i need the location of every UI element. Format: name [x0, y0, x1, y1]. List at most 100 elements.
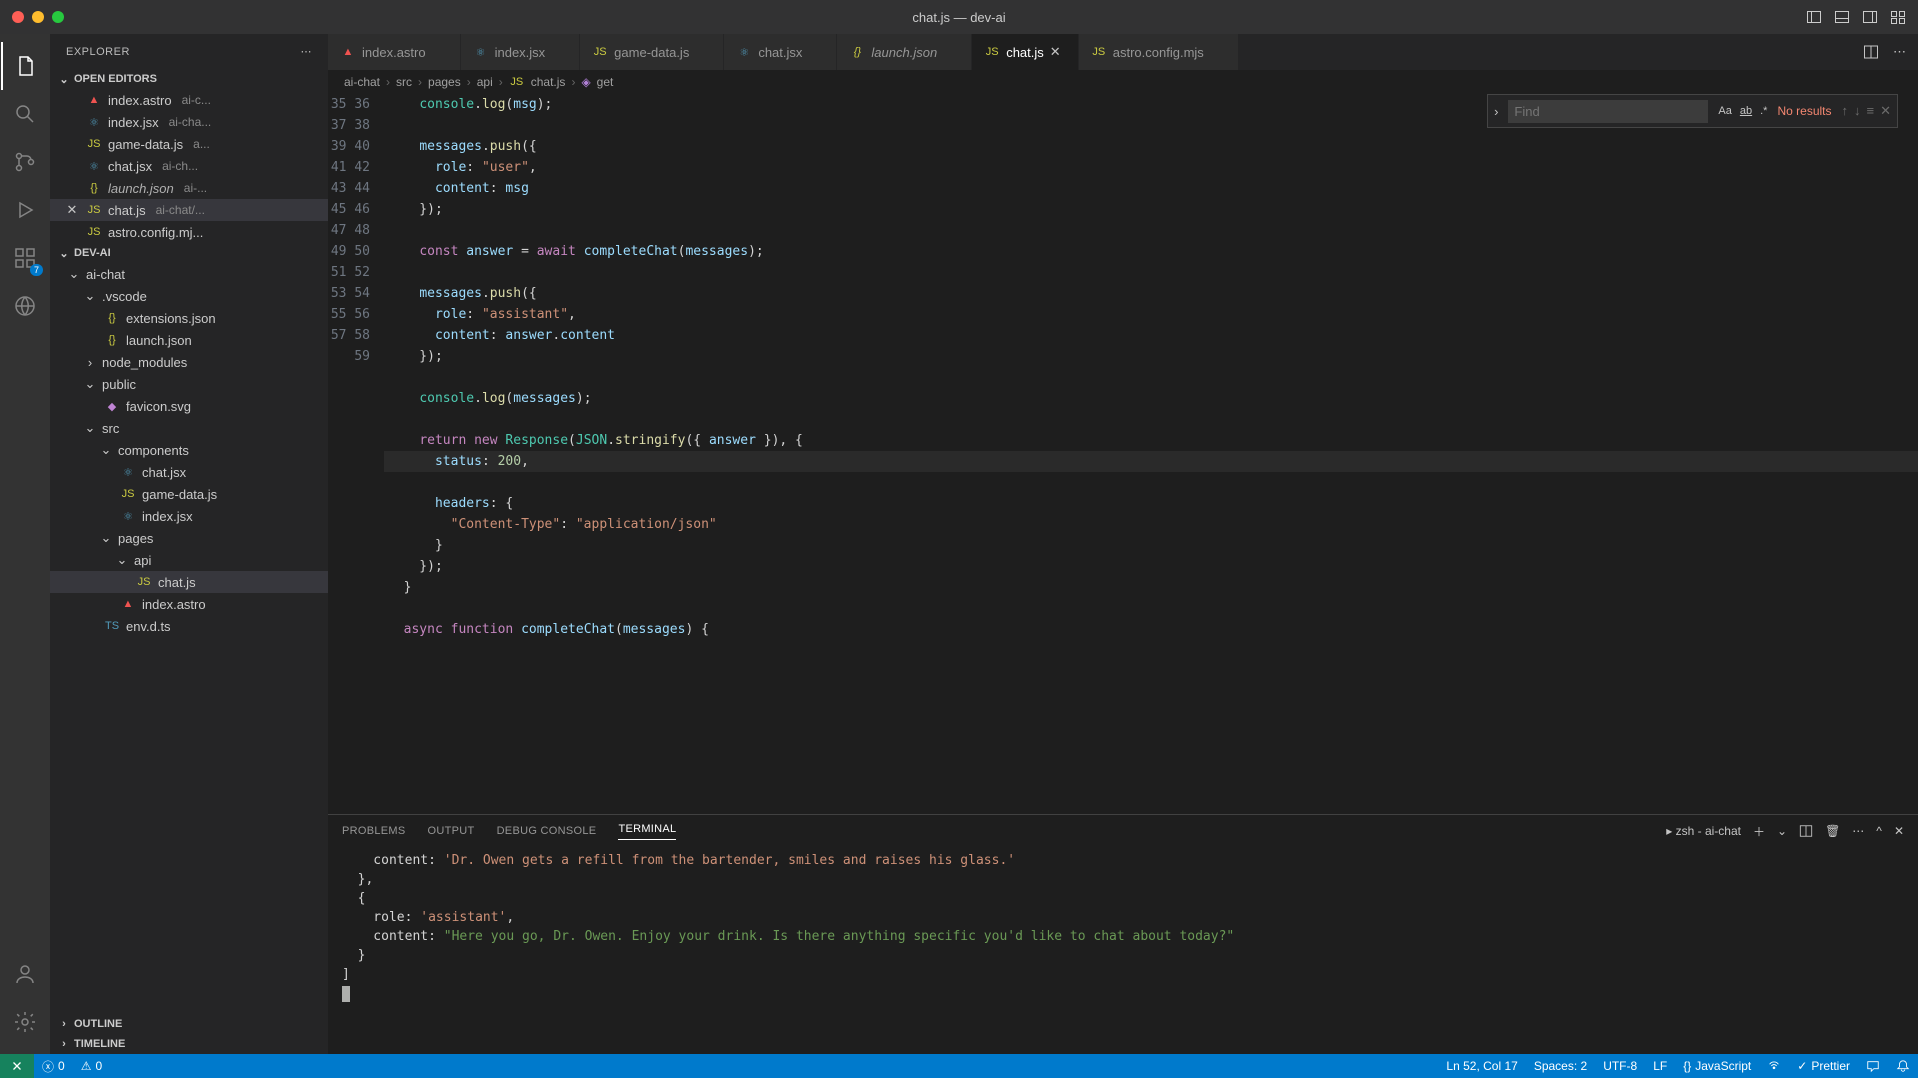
- tab-problems[interactable]: PROBLEMS: [342, 825, 406, 837]
- open-editor-item[interactable]: ✕JSchat.jsai-chat/...: [50, 199, 328, 221]
- file-chat-js[interactable]: JSchat.js: [50, 571, 328, 593]
- folder-api[interactable]: ⌄api: [50, 549, 328, 571]
- open-editor-item[interactable]: ✕{}launch.jsonai-...: [50, 177, 328, 199]
- open-editor-item[interactable]: ✕⚛index.jsxai-cha...: [50, 111, 328, 133]
- file-favicon[interactable]: ◆favicon.svg: [50, 395, 328, 417]
- code-content[interactable]: console.log(msg); messages.push({ role: …: [388, 94, 1918, 814]
- editor-tab[interactable]: JSastro.config.mjs✕: [1079, 34, 1239, 70]
- layout-sidebar-right-icon[interactable]: [1862, 9, 1878, 25]
- folder-components[interactable]: ⌄components: [50, 439, 328, 461]
- editor-tab[interactable]: JSchat.js✕: [972, 34, 1079, 70]
- activity-debug[interactable]: [1, 186, 49, 234]
- editor-tab[interactable]: ⚛index.jsx✕: [461, 34, 581, 70]
- window-controls: [12, 11, 64, 23]
- open-editor-item[interactable]: ✕⚛chat.jsxai-ch...: [50, 155, 328, 177]
- regex-icon[interactable]: .*: [1760, 105, 1767, 117]
- open-editors-header[interactable]: ⌄ OPEN EDITORS: [50, 69, 328, 89]
- breadcrumb[interactable]: ai-chat› src› pages› api› JS chat.js› ◈ …: [328, 70, 1918, 94]
- close-window[interactable]: [12, 11, 24, 23]
- close-find-icon[interactable]: ✕: [1880, 103, 1891, 119]
- expand-replace-icon[interactable]: ›: [1494, 104, 1498, 119]
- terminal-content[interactable]: content: 'Dr. Owen gets a refill from th…: [328, 847, 1918, 1054]
- tab-terminal[interactable]: TERMINAL: [618, 823, 676, 840]
- editor-tab[interactable]: ▲index.astro✕: [328, 34, 461, 70]
- file-index-jsx[interactable]: ⚛index.jsx: [50, 505, 328, 527]
- file-chat-jsx[interactable]: ⚛chat.jsx: [50, 461, 328, 483]
- file-extensions-json[interactable]: {}extensions.json: [50, 307, 328, 329]
- open-editor-item[interactable]: ✕JSgame-data.jsa...: [50, 133, 328, 155]
- file-index-astro[interactable]: ▲index.astro: [50, 593, 328, 615]
- activity-search[interactable]: [1, 90, 49, 138]
- status-errors[interactable]: ⓧ0: [34, 1058, 73, 1075]
- folder-public[interactable]: ⌄public: [50, 373, 328, 395]
- open-editor-item[interactable]: ✕▲index.astroai-c...: [50, 89, 328, 111]
- file-game-data[interactable]: JSgame-data.js: [50, 483, 328, 505]
- status-warnings[interactable]: ⚠0: [73, 1059, 110, 1073]
- file-env-dts[interactable]: TSenv.d.ts: [50, 615, 328, 637]
- new-terminal-icon[interactable]: ＋: [1753, 823, 1765, 840]
- status-bell[interactable]: [1888, 1059, 1918, 1073]
- find-in-selection-icon[interactable]: ≡: [1867, 103, 1875, 119]
- chevron-down-icon: ⌄: [84, 378, 96, 390]
- more-icon[interactable]: ⋯: [301, 45, 313, 58]
- folder-ai-chat[interactable]: ⌄ai-chat: [50, 263, 328, 285]
- tab-debug-console[interactable]: DEBUG CONSOLE: [497, 825, 597, 837]
- activity-source-control[interactable]: [1, 138, 49, 186]
- layout-customize-icon[interactable]: [1890, 9, 1906, 25]
- close-icon[interactable]: ✕: [64, 202, 80, 218]
- match-case-icon[interactable]: Aa: [1718, 105, 1731, 117]
- editor-tab[interactable]: {}launch.json✕: [837, 34, 972, 70]
- file-launch-json[interactable]: {}launch.json: [50, 329, 328, 351]
- terminal-dropdown-icon[interactable]: ⌄: [1777, 824, 1787, 838]
- folder-node-modules[interactable]: ›node_modules: [50, 351, 328, 373]
- activity-explorer[interactable]: [1, 42, 49, 90]
- status-feedback[interactable]: [1858, 1059, 1888, 1073]
- code-editor[interactable]: 35 36 37 38 39 40 41 42 43 44 45 46 47 4…: [328, 94, 1918, 814]
- folder-vscode[interactable]: ⌄.vscode: [50, 285, 328, 307]
- json-icon: {}: [104, 332, 120, 348]
- chevron-down-icon: ⌄: [116, 554, 128, 566]
- kill-terminal-icon[interactable]: 🗑: [1825, 824, 1840, 838]
- line-numbers: 35 36 37 38 39 40 41 42 43 44 45 46 47 4…: [328, 94, 388, 814]
- status-language[interactable]: {}JavaScript: [1675, 1059, 1759, 1073]
- project-header[interactable]: ⌄ DEV-AI: [50, 243, 328, 263]
- layout-sidebar-left-icon[interactable]: [1806, 9, 1822, 25]
- minimize-window[interactable]: [32, 11, 44, 23]
- open-editor-item[interactable]: ✕JSastro.config.mj...: [50, 221, 328, 243]
- next-match-icon[interactable]: ↓: [1854, 103, 1861, 119]
- remote-indicator[interactable]: [0, 1054, 34, 1078]
- split-editor-icon[interactable]: [1863, 44, 1879, 60]
- status-radio[interactable]: [1759, 1059, 1789, 1073]
- status-bar: ⓧ0 ⚠0 Ln 52, Col 17 Spaces: 2 UTF-8 LF {…: [0, 1054, 1918, 1078]
- status-cursor[interactable]: Ln 52, Col 17: [1438, 1059, 1525, 1073]
- status-eol[interactable]: LF: [1645, 1059, 1675, 1073]
- maximize-window[interactable]: [52, 11, 64, 23]
- maximize-panel-icon[interactable]: ^: [1876, 824, 1882, 838]
- activity-remote[interactable]: [1, 282, 49, 330]
- folder-src[interactable]: ⌄src: [50, 417, 328, 439]
- activity-accounts[interactable]: [1, 950, 49, 998]
- outline-header[interactable]: › OUTLINE: [50, 1014, 328, 1034]
- prev-match-icon[interactable]: ↑: [1842, 103, 1849, 119]
- status-prettier[interactable]: ✓Prettier: [1789, 1059, 1858, 1073]
- terminal-shell-label[interactable]: ▸ zsh - ai-chat: [1666, 824, 1741, 838]
- activity-extensions[interactable]: 7: [1, 234, 49, 282]
- tab-output[interactable]: OUTPUT: [428, 825, 475, 837]
- more-icon[interactable]: ⋯: [1893, 44, 1906, 60]
- close-icon[interactable]: ✕: [1050, 44, 1066, 60]
- more-icon[interactable]: ⋯: [1852, 824, 1864, 838]
- activity-settings[interactable]: [1, 998, 49, 1046]
- timeline-header[interactable]: › TIMELINE: [50, 1034, 328, 1054]
- status-spaces[interactable]: Spaces: 2: [1526, 1059, 1595, 1073]
- status-encoding[interactable]: UTF-8: [1595, 1059, 1645, 1073]
- match-word-icon[interactable]: ab: [1740, 105, 1752, 117]
- folder-pages[interactable]: ⌄pages: [50, 527, 328, 549]
- find-input[interactable]: [1508, 100, 1708, 123]
- chevron-down-icon: ⌄: [58, 73, 70, 85]
- split-terminal-icon[interactable]: [1799, 824, 1813, 838]
- editor-tab[interactable]: ⚛chat.jsx✕: [724, 34, 837, 70]
- editor-tab[interactable]: JSgame-data.js✕: [580, 34, 724, 70]
- close-panel-icon[interactable]: ✕: [1894, 824, 1904, 838]
- js-icon: JS: [86, 224, 102, 240]
- layout-panel-icon[interactable]: [1834, 9, 1850, 25]
